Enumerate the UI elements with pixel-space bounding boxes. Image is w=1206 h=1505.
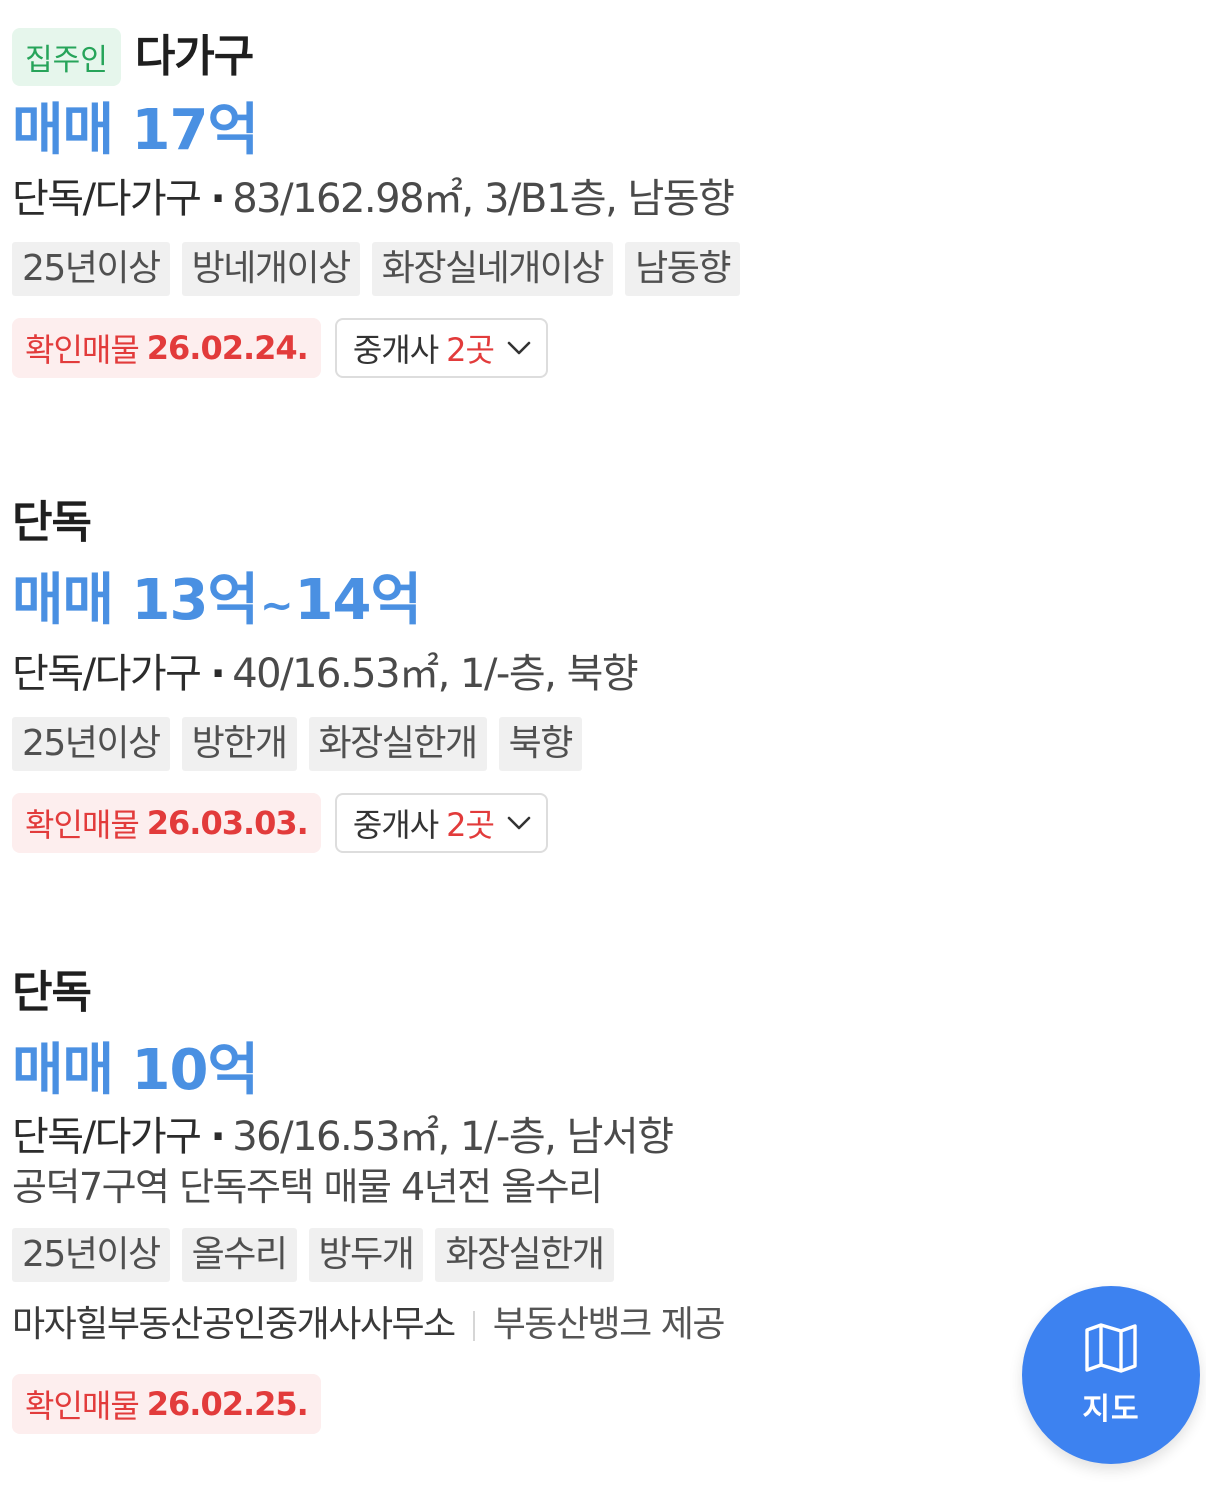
property-type: 다가구 — [134, 31, 254, 82]
verified-label: 확인매물 — [25, 331, 140, 369]
agents-dropdown-button[interactable]: 중개사 2곳 — [334, 318, 548, 378]
chevron-down-icon — [506, 340, 532, 356]
listing-price: 매매 13억~14억 — [12, 568, 1206, 639]
listing-price: 매매 10억 — [12, 1038, 1206, 1104]
listing-footer: 확인매물 26.02.24. 중개사 2곳 — [12, 318, 1206, 378]
listing-card[interactable]: 단독 매매 13억~14억 단독/다가구 · 40/16.53㎡, 1/-층, 북향… — [12, 494, 1206, 853]
verified-date: 26.02.24. — [146, 329, 309, 367]
verified-badge: 확인매물 26.02.25. — [12, 1374, 321, 1434]
spec-type: 단독/다가구 — [12, 651, 202, 697]
listing-spec: 단독/다가구 · 40/16.53㎡, 1/-층, 북향 — [12, 649, 1206, 699]
verified-label: 확인매물 — [25, 1387, 140, 1425]
property-type: 단독 — [12, 967, 92, 1018]
spec-detail: 40/16.53㎡, 1/-층, 북향 — [232, 651, 639, 697]
tag: 화장실한개 — [435, 1228, 614, 1282]
map-button-label: 지도 — [1082, 1392, 1140, 1427]
price-max: 14억 — [294, 568, 422, 633]
divider — [472, 1311, 475, 1341]
tag: 25년이상 — [12, 717, 170, 771]
data-supplier: 부동산뱅크 제공 — [492, 1304, 726, 1345]
tag-list: 25년이상 방네개이상 화장실네개이상 남동향 — [12, 242, 1206, 296]
tag: 올수리 — [181, 1228, 297, 1282]
price-range-separator: ~ — [260, 583, 294, 629]
tag: 화장실네개이상 — [371, 242, 614, 296]
price-min: 13억 — [131, 568, 259, 633]
price-value: 10억 — [131, 1038, 259, 1103]
price-value: 17억 — [131, 98, 259, 163]
tag: 화장실한개 — [308, 717, 487, 771]
map-icon — [1083, 1322, 1139, 1378]
spec-separator: · — [210, 176, 225, 222]
tag: 방네개이상 — [181, 242, 360, 296]
verified-label: 확인매물 — [25, 806, 140, 844]
agents-dropdown-button[interactable]: 중개사 2곳 — [334, 793, 548, 853]
tag-list: 25년이상 방한개 화장실한개 북향 — [12, 717, 1206, 771]
listing-header: 단독 — [12, 494, 1206, 552]
listing-card[interactable]: 집주인 다가구 매매 17억 단독/다가구 · 83/162.98㎡, 3/B1층,… — [12, 28, 1206, 378]
spec-separator: · — [210, 1114, 225, 1160]
tag: 남동향 — [625, 242, 740, 296]
verified-date: 26.03.03. — [146, 804, 309, 842]
listing-spec: 단독/다가구 · 36/16.53㎡, 1/-층, 남서향 — [12, 1112, 1206, 1162]
agents-label: 중개사 — [352, 806, 439, 844]
tag: 방두개 — [308, 1228, 424, 1282]
chevron-down-icon — [506, 815, 532, 831]
price-label: 매매 — [12, 98, 114, 163]
listing-header: 단독 — [12, 964, 1206, 1022]
verified-badge: 확인매물 26.02.24. — [12, 318, 321, 378]
listing-spec: 단독/다가구 · 83/162.98㎡, 3/B1층, 남동향 — [12, 174, 1206, 224]
property-type: 단독 — [12, 497, 92, 548]
price-label: 매매 — [12, 1038, 114, 1103]
spec-separator: · — [210, 651, 225, 697]
spec-type: 단독/다가구 — [12, 176, 202, 222]
spec-detail: 83/162.98㎡, 3/B1층, 남동향 — [232, 176, 735, 222]
tag: 북향 — [498, 717, 582, 771]
agents-count: 2곳 — [446, 331, 495, 369]
owner-badge: 집주인 — [12, 28, 121, 86]
agents-count: 2곳 — [446, 806, 495, 844]
tag: 25년이상 — [12, 242, 170, 296]
listing-price: 매매 17억 — [12, 98, 1206, 164]
price-label: 매매 — [12, 568, 114, 633]
listing-header: 집주인 다가구 — [12, 28, 1206, 86]
listing-footer: 확인매물 26.03.03. 중개사 2곳 — [12, 793, 1206, 853]
tag: 방한개 — [181, 717, 297, 771]
verified-date: 26.02.25. — [146, 1385, 309, 1423]
verified-badge: 확인매물 26.03.03. — [12, 793, 321, 853]
tag-list: 25년이상 올수리 방두개 화장실한개 — [12, 1228, 1206, 1282]
agency-name[interactable]: 마자힐부동산공인중개사사무소 — [12, 1304, 456, 1345]
tag: 25년이상 — [12, 1228, 170, 1282]
map-button[interactable]: 지도 — [1022, 1286, 1200, 1464]
spec-detail: 36/16.53㎡, 1/-층, 남서향 — [232, 1114, 674, 1160]
agents-label: 중개사 — [352, 331, 439, 369]
spec-type: 단독/다가구 — [12, 1114, 202, 1160]
listing-description: 공덕7구역 단독주택 매물 4년전 올수리 — [12, 1165, 603, 1209]
